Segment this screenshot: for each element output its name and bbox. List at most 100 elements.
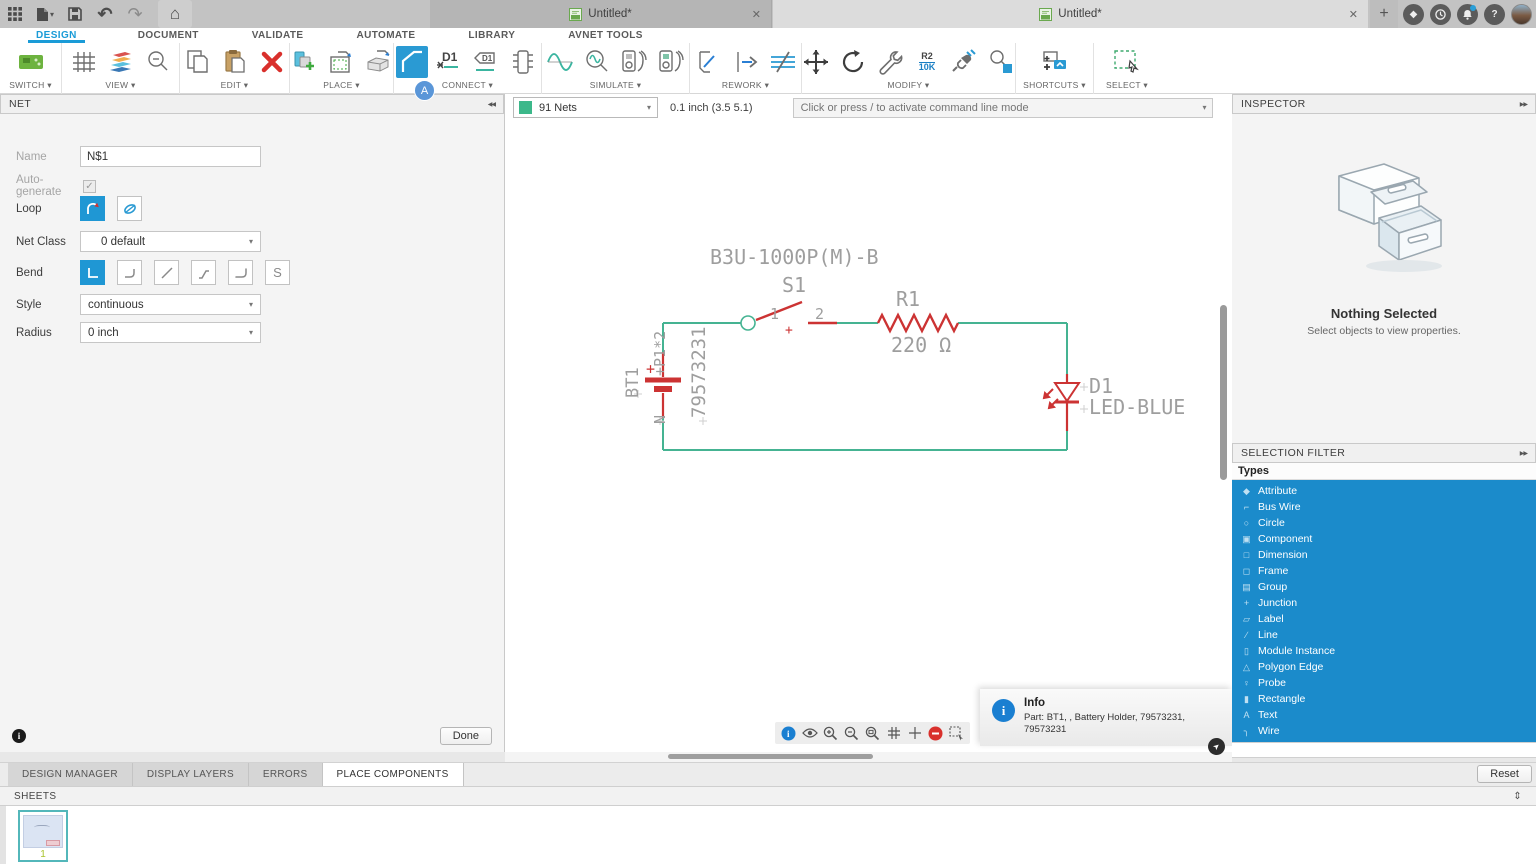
bend-style-3-button[interactable] (154, 260, 179, 285)
visibility-eye-icon[interactable] (801, 725, 818, 742)
net-name-input[interactable] (80, 146, 261, 167)
done-button[interactable]: Done (440, 727, 492, 745)
menu-validate[interactable]: VALIDATE (252, 28, 304, 43)
app-launcher-icon[interactable] (0, 0, 30, 28)
led-symbol[interactable] (1044, 374, 1079, 431)
grid-settings-icon[interactable] (68, 46, 100, 78)
schematic-canvas[interactable]: 91 Nets ▾ 0.1 inch (3.5 5.1) ▾ (505, 94, 1232, 752)
close-tab-icon[interactable]: ✕ (1349, 8, 1358, 21)
bend-style-4-button[interactable] (191, 260, 216, 285)
save-button[interactable] (60, 0, 90, 28)
file-menu-icon[interactable]: ▾ (30, 0, 60, 28)
zoom-fit-icon[interactable] (864, 725, 881, 742)
collapse-panel-icon[interactable]: ▶▶ (1520, 101, 1527, 108)
wrench-icon[interactable] (874, 46, 906, 78)
net-label-icon[interactable]: D1 (433, 46, 465, 78)
grid-toggle-icon[interactable] (885, 725, 902, 742)
menu-library[interactable]: LIBRARY (468, 28, 515, 43)
menu-design[interactable]: DESIGN (28, 28, 85, 43)
ic-pins-icon[interactable] (507, 46, 539, 78)
sheet-thumbnail-1[interactable]: 1 (18, 810, 68, 862)
rotate-icon[interactable] (837, 46, 869, 78)
filter-item-component[interactable]: ▣Component (1232, 531, 1536, 547)
switch-pin1-junction[interactable] (741, 316, 755, 330)
shortcuts-icon[interactable] (1039, 46, 1071, 78)
filter-item-dimension[interactable]: □Dimension (1232, 547, 1536, 563)
filter-item-line[interactable]: ∕Line (1232, 627, 1536, 643)
collaborator-badge[interactable]: A (414, 80, 435, 101)
zoom-out-icon[interactable] (843, 725, 860, 742)
document-tab-2[interactable]: Untitled* ✕ (773, 0, 1368, 28)
new-tab-button[interactable]: + (1370, 0, 1398, 28)
filter-item-frame[interactable]: ◻Frame (1232, 563, 1536, 579)
filter-item-label[interactable]: ▱Label (1232, 611, 1536, 627)
select-region-icon[interactable] (948, 725, 965, 742)
resistor-value-label[interactable]: 220 Ω (891, 333, 951, 357)
switch-symbol[interactable] (756, 302, 837, 323)
bend-style-2-button[interactable] (117, 260, 142, 285)
multimeter-color-icon[interactable] (655, 46, 687, 78)
filter-item-bus-wire[interactable]: ⌐Bus Wire (1232, 499, 1536, 515)
layers-icon[interactable] (105, 46, 137, 78)
battery-ref-label[interactable]: BT1 (623, 367, 643, 398)
bend-style-s-button[interactable]: S (265, 260, 290, 285)
select-marquee-icon[interactable] (1111, 46, 1143, 78)
net-name-icon[interactable]: D1 (470, 46, 502, 78)
move-icon[interactable] (800, 46, 832, 78)
filter-item-circle[interactable]: ○Circle (1232, 515, 1536, 531)
filter-item-module-instance[interactable]: ▯Module Instance (1232, 643, 1536, 659)
tab-place-components[interactable]: PLACE COMPONENTS (323, 763, 464, 786)
help-icon[interactable]: ? (1484, 4, 1505, 25)
sheets-resize-icon[interactable]: ⇕ (1513, 791, 1522, 802)
switch-part-label[interactable]: B3U-1000P(M)-B (710, 245, 879, 269)
sine-wave-icon[interactable] (544, 46, 576, 78)
place-design-block-icon[interactable] (326, 46, 358, 78)
menu-document[interactable]: DOCUMENT (138, 28, 199, 43)
close-tab-icon[interactable]: ✕ (752, 8, 761, 21)
extensions-icon[interactable]: ◆ (1403, 4, 1424, 25)
filter-item-group[interactable]: ▤Group (1232, 579, 1536, 595)
bend-style-1-button[interactable] (80, 260, 105, 285)
reroute-icon[interactable] (693, 46, 725, 78)
copy-attributes-icon[interactable] (985, 46, 1017, 78)
tab-errors[interactable]: ERRORS (249, 763, 323, 786)
loop-mode-1-button[interactable] (80, 196, 105, 221)
home-button[interactable]: ⌂ (158, 0, 192, 28)
redo-button[interactable]: ↷ (120, 0, 150, 28)
filter-item-wire[interactable]: ╮Wire (1232, 723, 1536, 739)
switch-board-icon[interactable] (15, 46, 47, 78)
autogenerate-checkbox[interactable]: ✓ (83, 180, 96, 193)
net-tool-active[interactable] (396, 46, 428, 78)
resistor-ref-label[interactable]: R1 (896, 287, 920, 311)
swap-plug-icon[interactable] (948, 46, 980, 78)
tab-display-layers[interactable]: DISPLAY LAYERS (133, 763, 249, 786)
info-toggle-icon[interactable]: i (780, 725, 797, 742)
led-value-label[interactable]: LED-BLUE (1089, 395, 1185, 419)
user-avatar[interactable] (1511, 4, 1532, 25)
switch-ref-label[interactable]: S1 (782, 273, 806, 297)
place-component-icon[interactable] (289, 46, 321, 78)
zoom-in-icon[interactable] (822, 725, 839, 742)
remove-mode-icon[interactable] (927, 725, 944, 742)
menu-avnet-tools[interactable]: AVNET TOOLS (568, 28, 643, 43)
horizontal-scrollbar[interactable] (668, 754, 873, 759)
copy-icon[interactable] (182, 46, 214, 78)
bend-style-5-button[interactable] (228, 260, 253, 285)
tab-design-manager[interactable]: DESIGN MANAGER (8, 763, 133, 786)
filter-item-text[interactable]: AText (1232, 707, 1536, 723)
filter-item-rectangle[interactable]: ▮Rectangle (1232, 691, 1536, 707)
filter-item-junction[interactable]: +Junction (1232, 595, 1536, 611)
zoom-view-icon[interactable] (142, 46, 174, 78)
filter-item-attribute[interactable]: ◆Attribute (1232, 483, 1536, 499)
net-wires[interactable] (663, 323, 1067, 450)
schematic-drawing[interactable]: + (505, 94, 1232, 752)
style-select[interactable]: continuous ▾ (80, 294, 261, 315)
filter-item-probe[interactable]: ♀Probe (1232, 675, 1536, 691)
notifications-bell-icon[interactable] (1457, 4, 1478, 25)
net-class-select[interactable]: 0 default ▾ (80, 231, 261, 252)
multimeter-icon[interactable] (618, 46, 650, 78)
change-value-icon[interactable]: R210K (911, 46, 943, 78)
filter-item-polygon-edge[interactable]: △Polygon Edge (1232, 659, 1536, 675)
reset-button[interactable]: Reset (1477, 765, 1532, 783)
battery-part-label[interactable]: 79573231 (688, 326, 710, 418)
